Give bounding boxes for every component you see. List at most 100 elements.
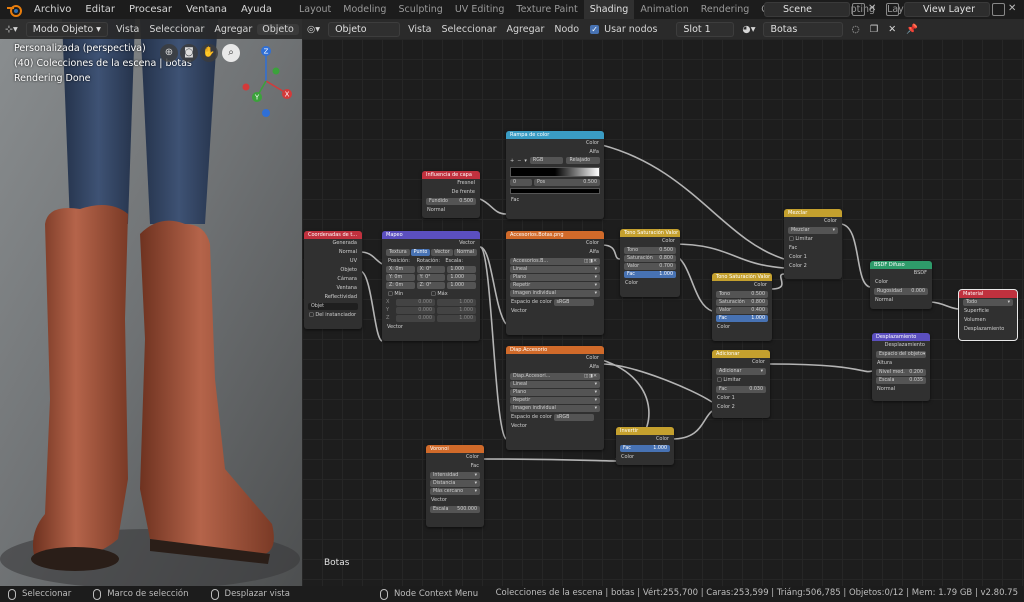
space-dropdown[interactable]: Espacio del objeto ▾ xyxy=(876,351,926,358)
min-value-field[interactable]: 0.000 xyxy=(396,307,435,314)
ramp-interp-mode[interactable]: Relajado xyxy=(566,157,601,164)
fac-field[interactable]: Fac 1.000 xyxy=(624,271,676,278)
distance-dropdown[interactable]: Distancia ▾ xyxy=(430,480,480,487)
remove-stop-icon[interactable]: − xyxy=(517,157,521,165)
node-menu-nodo[interactable]: Nodo xyxy=(549,24,584,35)
hue-field[interactable]: Tono 0.500 xyxy=(716,291,768,298)
material-browse-icon[interactable]: ◕▾ xyxy=(737,24,760,35)
3d-viewport[interactable]: ⊹▾ Modo Objeto ▾ Vista Seleccionar Agreg… xyxy=(0,19,302,586)
interp-dropdown[interactable]: Lineal ▾ xyxy=(510,381,600,388)
workspace-tab-modeling[interactable]: Modeling xyxy=(337,0,392,19)
node-hsv-2[interactable]: Tono Saturación Valor Color Tono 0.500 Sa… xyxy=(712,273,772,341)
editor-type-icon[interactable]: ⊹▾ xyxy=(0,24,23,35)
hand-pan-icon[interactable]: ✋ xyxy=(200,44,218,62)
node-invert[interactable]: Invertir Color Fac 1.000 Color xyxy=(616,427,674,465)
menu-ayuda[interactable]: Ayuda xyxy=(234,4,279,15)
workspace-tab-sculpting[interactable]: Sculpting xyxy=(392,0,448,19)
ramp-gradient-bar[interactable] xyxy=(510,167,600,177)
colorspace-dropdown[interactable]: sRGB xyxy=(553,299,594,306)
node-color-ramp[interactable]: Rampa de color Color Alfa + − ▾ RGB Rela… xyxy=(506,131,604,219)
extension-dropdown[interactable]: Repetir ▾ xyxy=(510,282,600,289)
node-diffuse-bsdf[interactable]: BSDF Difuso BSDF Color Rugosidad 0.000 No… xyxy=(870,261,932,309)
image-buttons-icon[interactable]: ◫◨✕ xyxy=(584,373,597,380)
workspace-tab-rendering[interactable]: Rendering xyxy=(695,0,756,19)
menu-procesar[interactable]: Procesar xyxy=(122,4,179,15)
clamp-checkbox[interactable]: □ Limitar xyxy=(712,376,770,385)
node-texture-coordinate[interactable]: Coordenadas de t... Generada Normal UV O… xyxy=(304,231,362,329)
mapping-value-field[interactable]: Z: 0° xyxy=(416,282,446,289)
navigation-gizmo[interactable]: Z X Y xyxy=(240,41,296,121)
node-layer-weight[interactable]: Influencia de capa Fresnel De frente Fun… xyxy=(422,171,480,218)
editor-type-icon[interactable]: ◎▾ xyxy=(302,24,325,35)
max-value-field[interactable]: 1.000 xyxy=(437,299,476,306)
stop-pos-field[interactable]: Pos 0.500 xyxy=(534,179,600,186)
stop-index-field[interactable]: 0 xyxy=(510,179,532,186)
unlink-material-icon[interactable]: ✕ xyxy=(883,24,901,35)
min-checkbox[interactable]: □ Mín xyxy=(388,290,431,298)
menu-archivo[interactable]: Archivo xyxy=(27,4,78,15)
viewport-menu-objeto[interactable]: Objeto xyxy=(257,23,299,35)
projection-dropdown[interactable]: Plano ▾ xyxy=(510,389,600,396)
fake-user-icon[interactable]: ◌ xyxy=(846,24,864,35)
blend-mode-dropdown[interactable]: Adicionar ▾ xyxy=(716,368,766,375)
mapping-value-field[interactable]: X: 0° xyxy=(416,266,446,273)
viewport-menu-agregar[interactable]: Agregar xyxy=(209,24,257,35)
close-view-layer-icon[interactable]: ✕ xyxy=(1008,3,1021,16)
viewport-menu-seleccionar[interactable]: Seleccionar xyxy=(144,24,209,35)
mapping-value-field[interactable]: 1.000 xyxy=(447,266,477,273)
node-image-texture-2[interactable]: Diap.Accesorio Color Alfa Diap.Accesori.… xyxy=(506,346,604,450)
saturation-field[interactable]: Saturación 0.800 xyxy=(716,299,768,306)
max-checkbox[interactable]: □ Máx xyxy=(431,290,474,298)
workspace-tab-layout[interactable]: Layout xyxy=(293,0,337,19)
node-menu-vista[interactable]: Vista xyxy=(403,24,436,35)
blender-logo-icon[interactable] xyxy=(6,3,24,17)
add-stop-icon[interactable]: + xyxy=(510,157,514,165)
viewport-menu-vista[interactable]: Vista xyxy=(111,24,144,35)
node-material-output[interactable]: Material Todo ▾ Superficie Volumen Despla… xyxy=(958,289,1018,341)
shader-type-dropdown[interactable]: Objeto xyxy=(328,21,401,37)
fac-field[interactable]: Fac 0.030 xyxy=(716,386,766,393)
source-dropdown[interactable]: Imagen individual ▾ xyxy=(510,290,600,297)
workspace-tab-animation[interactable]: Animation xyxy=(634,0,694,19)
clamp-checkbox[interactable]: □ Limitar xyxy=(784,235,842,244)
ramp-menu-icon[interactable]: ▾ xyxy=(524,157,527,165)
instancer-checkbox[interactable]: □ Del instanciador xyxy=(304,311,362,320)
scale-field[interactable]: Escala 500.000 xyxy=(430,506,480,513)
max-value-field[interactable]: 1.000 xyxy=(437,315,476,322)
hue-field[interactable]: Tono 0.500 xyxy=(624,247,676,254)
object-mode-dropdown[interactable]: Modo Objeto ▾ xyxy=(25,21,108,37)
image-buttons-icon[interactable]: ◫◨✕ xyxy=(584,258,597,265)
tab-punto[interactable]: Punto xyxy=(410,249,431,256)
stop-color-swatch[interactable] xyxy=(510,188,600,194)
max-value-field[interactable]: 1.000 xyxy=(437,307,476,314)
node-image-texture-1[interactable]: Accesorios.Botas.png Color Alfa Accesori… xyxy=(506,231,604,335)
mapping-value-field[interactable]: Z: 0m xyxy=(386,282,415,289)
slot-dropdown[interactable]: Slot 1 xyxy=(676,21,735,37)
node-displacement[interactable]: Desplazamiento Desplazamiento Espacio de… xyxy=(872,333,930,401)
blend-mode-dropdown[interactable]: Mezclar ▾ xyxy=(788,227,838,234)
new-view-layer-icon[interactable] xyxy=(992,3,1005,16)
projection-dropdown[interactable]: Plano ▾ xyxy=(510,274,600,281)
scene-selector[interactable]: Scene xyxy=(764,2,850,17)
node-menu-agregar[interactable]: Agregar xyxy=(502,24,550,35)
coloring-dropdown[interactable]: Intensidad ▾ xyxy=(430,472,480,479)
roughness-field[interactable]: Rugosidad 0.000 xyxy=(874,288,928,295)
saturation-field[interactable]: Saturación 0.800 xyxy=(624,255,676,262)
blend-field[interactable]: Fundido 0.500 xyxy=(426,198,476,205)
colorspace-dropdown[interactable]: sRGB xyxy=(553,414,594,421)
close-scene-icon[interactable]: ✕ xyxy=(868,3,881,16)
menu-ventana[interactable]: Ventana xyxy=(179,4,234,15)
node-mix-add[interactable]: Adicionar Color Adicionar ▾ □ Limitar Fac… xyxy=(712,350,770,418)
min-value-field[interactable]: 0.000 xyxy=(396,299,435,306)
workspace-tab-uv-editing[interactable]: UV Editing xyxy=(449,0,511,19)
node-hsv-1[interactable]: Tono Saturación Valor Color Tono 0.500 Sa… xyxy=(620,229,680,297)
interp-dropdown[interactable]: Lineal ▾ xyxy=(510,266,600,273)
new-material-icon[interactable]: ❐ xyxy=(865,24,884,35)
zoom-icon[interactable]: ⊕ xyxy=(160,44,178,62)
tab-textura[interactable]: Textura xyxy=(386,249,410,256)
image-datablock[interactable]: Diap.Accesori... ◫◨✕ xyxy=(510,373,600,380)
view-layer-selector[interactable]: View Layer xyxy=(904,2,990,17)
mapping-value-field[interactable]: Y: 0° xyxy=(416,274,446,281)
mapping-value-field[interactable]: X: 0m xyxy=(386,266,415,273)
node-voronoi[interactable]: Voronoi Color Fac Intensidad ▾ Distancia ▾… xyxy=(426,445,484,527)
